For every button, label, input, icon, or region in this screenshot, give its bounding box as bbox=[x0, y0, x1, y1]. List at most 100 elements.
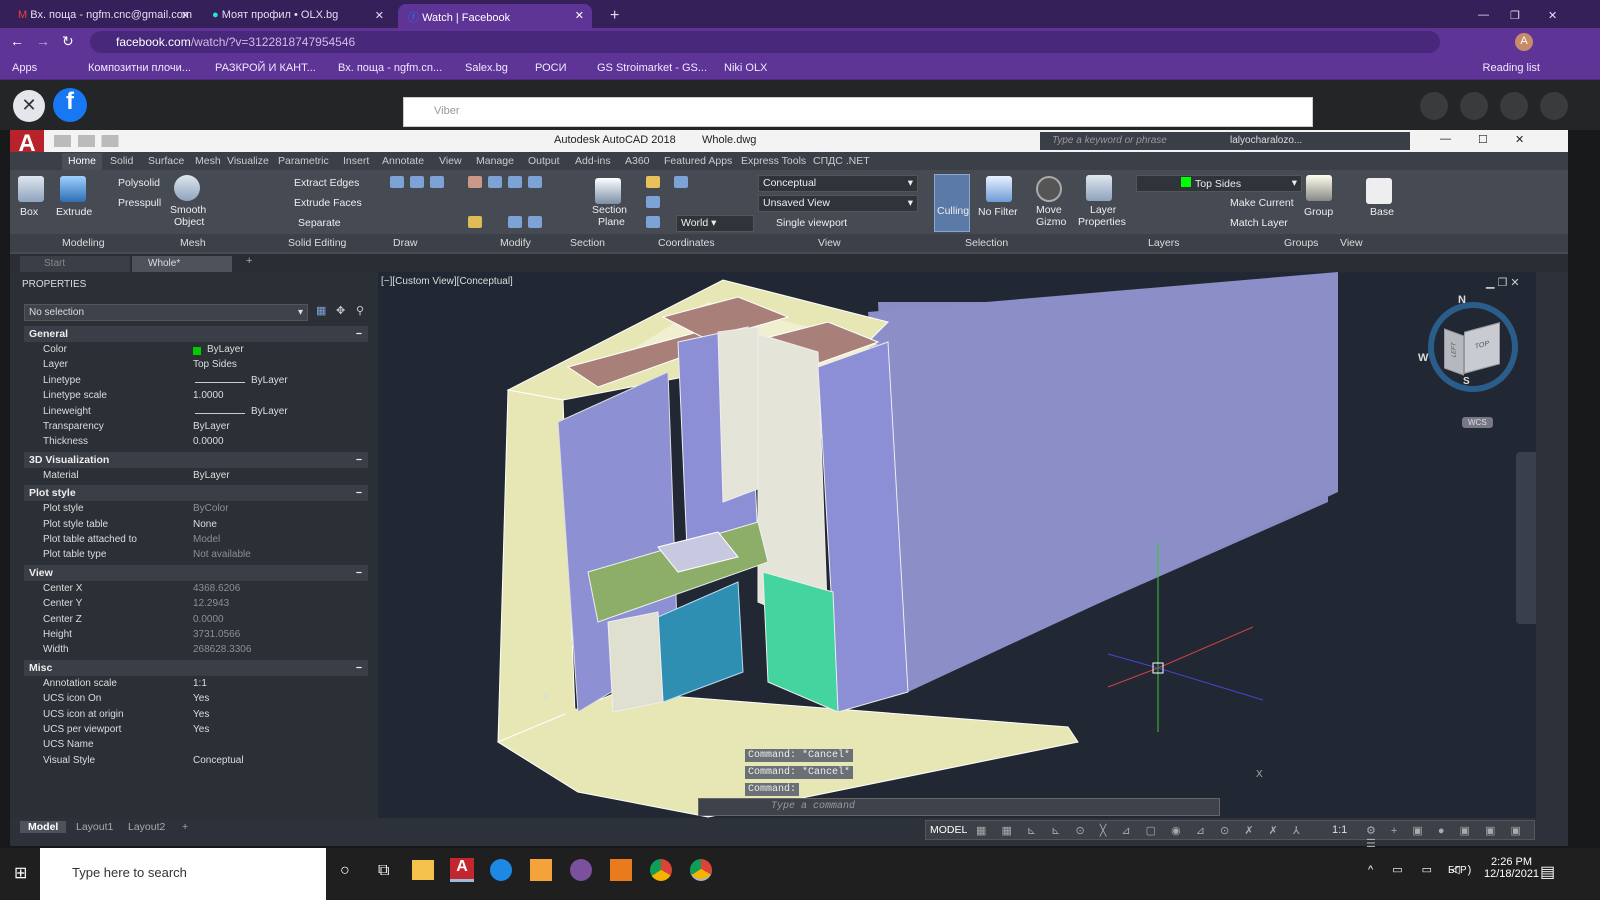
tab-layout1[interactable]: Layout1 bbox=[76, 821, 113, 833]
visual-style-dropdown[interactable]: Conceptual ▾ bbox=[758, 175, 918, 192]
ribbon-tab-add-ins[interactable]: Add-ins bbox=[575, 155, 611, 167]
tab-facebook[interactable]: ⓕ Watch | Facebook ✕ bbox=[398, 4, 592, 28]
tab-model[interactable]: Model bbox=[20, 821, 67, 833]
toggle-pickadd-icon[interactable]: ▦ bbox=[316, 304, 326, 317]
group-button[interactable]: Group bbox=[1304, 206, 1333, 218]
language-indicator[interactable]: БГР bbox=[1448, 865, 1467, 876]
presspull-button[interactable]: Presspull bbox=[118, 197, 161, 209]
tab-layout2[interactable]: Layout2 bbox=[128, 821, 165, 833]
notifications-icon[interactable] bbox=[1500, 92, 1528, 120]
section-misc[interactable]: Misc − bbox=[24, 659, 368, 676]
close-icon[interactable]: ✕ bbox=[13, 90, 45, 122]
ribbon-tab-surface[interactable]: Surface bbox=[148, 155, 184, 167]
ribbon-tab-view[interactable]: View bbox=[439, 155, 462, 167]
file-explorer-icon[interactable] bbox=[412, 860, 434, 880]
bookmark[interactable]: Вх. поща - ngfm.cn... bbox=[338, 62, 442, 74]
viewport-config-button[interactable]: Single viewport bbox=[776, 217, 847, 229]
ribbon-tab-parametric[interactable]: Parametric bbox=[278, 155, 329, 167]
ribbon-tab-solid[interactable]: Solid bbox=[110, 155, 133, 167]
taskbar-search[interactable]: Type here to search bbox=[40, 848, 326, 900]
extract-edges-button[interactable]: Extract Edges bbox=[294, 177, 359, 189]
panel-label-section[interactable]: Section bbox=[570, 237, 605, 249]
panel-label-coordinates[interactable]: Coordinates bbox=[658, 237, 715, 249]
property-row[interactable]: Center Y 12.2943 bbox=[24, 598, 368, 614]
back-icon[interactable]: ← bbox=[10, 33, 24, 49]
box-icon[interactable] bbox=[18, 176, 44, 202]
property-row[interactable]: UCS per viewport Yes bbox=[24, 724, 368, 740]
property-row[interactable]: Linetype ByLayer bbox=[24, 374, 368, 391]
property-row[interactable]: UCS icon On Yes bbox=[24, 693, 368, 709]
collapse-icon[interactable]: − bbox=[356, 487, 362, 499]
move-gizmo-icon[interactable] bbox=[1036, 176, 1062, 202]
property-row[interactable]: Linetype scale 1.0000 bbox=[24, 390, 368, 406]
property-row[interactable]: Plot table attached to Model bbox=[24, 534, 368, 550]
bookmark[interactable]: Композитни плочи... bbox=[88, 62, 191, 74]
panel-label-groups[interactable]: Groups bbox=[1284, 237, 1318, 249]
panel-label-mesh[interactable]: Mesh bbox=[180, 237, 206, 249]
wcs-menu[interactable]: WCS bbox=[1462, 417, 1493, 428]
property-row[interactable]: Visual Style Conceptual bbox=[24, 755, 368, 771]
user-account[interactable]: lalyocharalozo... bbox=[1200, 132, 1410, 150]
tab-olx[interactable]: ● Моят профил • OLX.bg ✕ bbox=[202, 4, 392, 28]
viber-icon[interactable] bbox=[570, 859, 592, 881]
status-tools[interactable]: ⚙ + ▣ ● ▣ ▣ ▣ ☰ bbox=[1366, 824, 1534, 850]
tab-whole[interactable]: Whole* bbox=[132, 256, 232, 272]
property-row[interactable]: Plot style table None bbox=[24, 519, 368, 535]
property-row[interactable]: Color ByLayer bbox=[24, 344, 368, 360]
help-search-input[interactable]: Type a keyword or phrase bbox=[1040, 132, 1200, 150]
property-row[interactable]: Plot style ByColor bbox=[24, 503, 368, 519]
no-filter-button[interactable]: No Filter bbox=[978, 206, 1018, 218]
chrome-icon[interactable] bbox=[690, 859, 712, 881]
make-current-button[interactable]: Make Current bbox=[1230, 197, 1294, 209]
ucs-dropdown[interactable]: World ▾ bbox=[676, 215, 754, 232]
close-button[interactable]: ✕ bbox=[1515, 133, 1524, 146]
viber-window[interactable]: Viber bbox=[403, 97, 1313, 127]
cortana-icon[interactable]: ○ bbox=[340, 862, 350, 880]
close-tab-icon[interactable]: ✕ bbox=[181, 9, 190, 22]
selection-dropdown[interactable]: No selection ▾ bbox=[24, 304, 308, 321]
section-general[interactable]: General − bbox=[24, 326, 368, 342]
notifications-icon[interactable]: ▤ bbox=[1540, 862, 1555, 882]
separate-button[interactable]: Separate bbox=[298, 217, 341, 229]
section-plot-style[interactable]: Plot style − bbox=[24, 485, 368, 502]
collapse-icon[interactable]: − bbox=[356, 662, 362, 674]
bookmark[interactable]: Salex.bg bbox=[465, 62, 508, 74]
chrome-icon[interactable] bbox=[650, 859, 672, 881]
app-icon[interactable] bbox=[610, 859, 632, 881]
annotation-scale[interactable]: 1:1 bbox=[1332, 824, 1347, 836]
close-tab-icon[interactable]: ✕ bbox=[375, 9, 384, 22]
layer-properties-icon[interactable] bbox=[1086, 175, 1112, 201]
minimize-button[interactable]: — bbox=[1468, 4, 1499, 28]
account-icon[interactable] bbox=[1540, 92, 1568, 120]
minimize-button[interactable]: — bbox=[1440, 133, 1451, 145]
quick-access-toolbar[interactable] bbox=[54, 135, 224, 147]
reload-icon[interactable]: ↻ bbox=[62, 33, 74, 50]
section-3d-visualization[interactable]: 3D Visualization − bbox=[24, 451, 368, 468]
extrude-faces-button[interactable]: Extrude Faces bbox=[294, 197, 362, 209]
clock[interactable]: 2:26 PM 12/18/2021 bbox=[1484, 856, 1539, 880]
named-view-dropdown[interactable]: Unsaved View ▾ bbox=[758, 195, 918, 212]
tab-start[interactable]: Start bbox=[20, 256, 130, 272]
layer-dropdown[interactable]: Top Sides ▾ bbox=[1136, 175, 1302, 192]
extrude-button[interactable]: Extrude bbox=[56, 206, 92, 218]
base-button[interactable]: Base bbox=[1370, 206, 1394, 218]
select-objects-icon[interactable]: ✥ bbox=[336, 304, 345, 317]
app-icon[interactable] bbox=[490, 859, 512, 881]
new-layout-button[interactable]: + bbox=[182, 821, 188, 833]
facebook-logo[interactable]: f bbox=[53, 88, 87, 122]
messenger-icon[interactable] bbox=[1460, 92, 1488, 120]
ribbon-tab-visualize[interactable]: Visualize bbox=[227, 155, 269, 167]
panel-label-modify[interactable]: Modify bbox=[500, 237, 531, 249]
extrude-icon[interactable] bbox=[60, 176, 86, 202]
base-icon[interactable] bbox=[1366, 178, 1392, 204]
polysolid-button[interactable]: Polysolid bbox=[118, 177, 160, 189]
panel-label-layers[interactable]: Layers bbox=[1148, 237, 1180, 249]
new-file-tab-button[interactable]: + bbox=[246, 255, 252, 267]
maximize-button[interactable]: ☐ bbox=[1478, 133, 1488, 146]
close-window-button[interactable]: ✕ bbox=[1538, 4, 1567, 28]
app-icon[interactable] bbox=[530, 859, 552, 881]
panel-label-view[interactable]: View bbox=[818, 237, 841, 249]
property-row[interactable]: UCS Name bbox=[24, 739, 368, 755]
box-button[interactable]: Box bbox=[20, 206, 38, 218]
section-plane-icon[interactable] bbox=[595, 178, 621, 204]
